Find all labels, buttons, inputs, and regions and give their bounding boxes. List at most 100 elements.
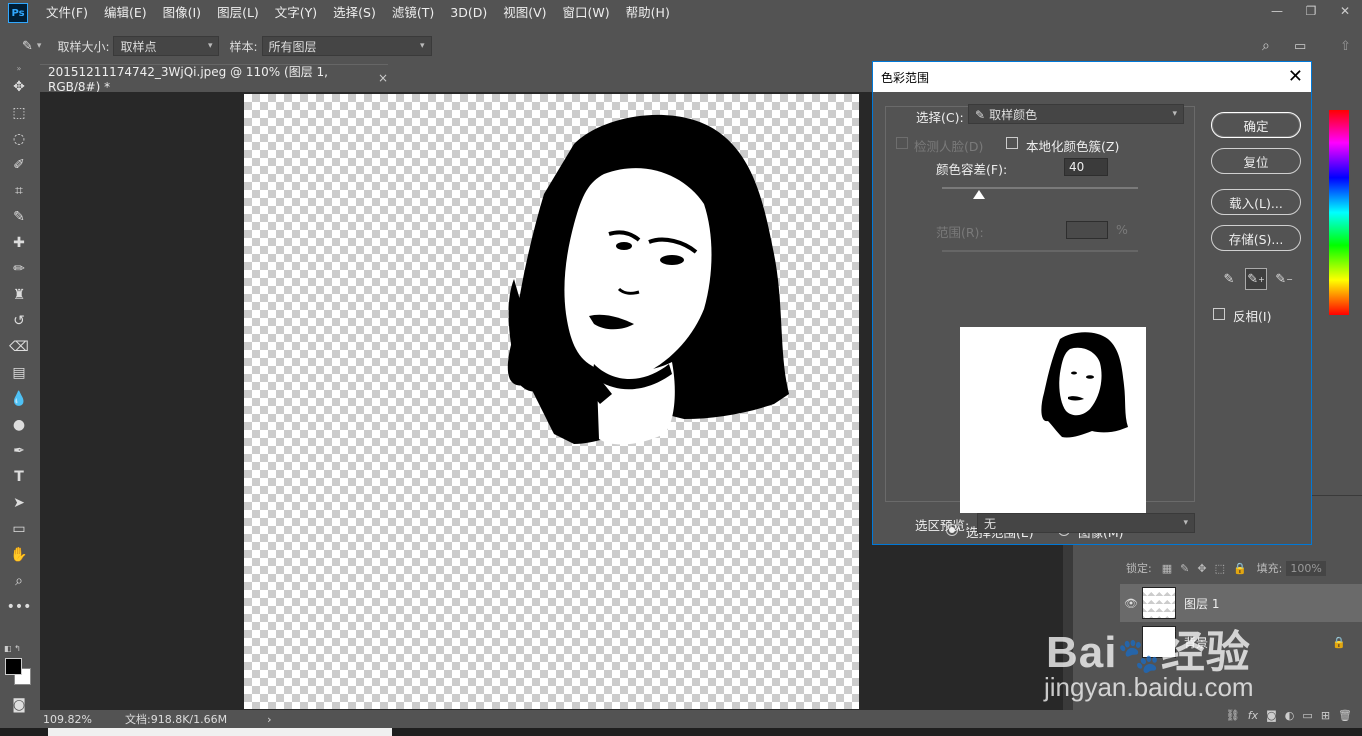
- selection-preview[interactable]: [960, 327, 1146, 513]
- dialog-title: 色彩范围: [881, 70, 930, 85]
- shape-tool-icon[interactable]: ▭: [0, 516, 38, 542]
- chevron-down-icon: ▾: [420, 41, 425, 51]
- photoshop-logo: Ps: [8, 3, 28, 23]
- more-tools-icon[interactable]: •••: [0, 594, 38, 620]
- invert-checkbox[interactable]: [1213, 308, 1225, 320]
- type-tool-icon[interactable]: T: [0, 464, 38, 490]
- menu-edit[interactable]: 编辑(E): [96, 0, 155, 26]
- eyedropper-minus-icon[interactable]: ✎ −: [1273, 268, 1295, 290]
- detect-faces-checkbox[interactable]: [896, 137, 908, 149]
- sample-select[interactable]: 所有图层 ▾: [261, 36, 432, 56]
- invert-label: 反相(I): [1233, 309, 1272, 324]
- path-select-tool-icon[interactable]: ➤: [0, 490, 38, 516]
- healing-brush-tool-icon[interactable]: ✚: [0, 230, 38, 256]
- menu-layer[interactable]: 图层(L): [209, 0, 267, 26]
- fuzziness-slider-track[interactable]: [942, 187, 1138, 189]
- localized-clusters-label: 本地化颜色簇(Z): [1026, 139, 1120, 154]
- collapse-chevron-icon[interactable]: »: [0, 62, 38, 74]
- document-tab[interactable]: 20151211174742_3WjQi.jpeg @ 110% (图层 1, …: [40, 64, 388, 94]
- range-input[interactable]: [1066, 221, 1108, 239]
- menu-bar: Ps 文件(F) 编辑(E) 图像(I) 图层(L) 文字(Y) 选择(S) 滤…: [0, 0, 1362, 26]
- minimize-button[interactable]: —: [1260, 0, 1294, 22]
- zoom-tool-icon[interactable]: ⌕: [0, 568, 38, 594]
- detect-faces-label: 检测人脸(D): [914, 139, 984, 154]
- zoom-level[interactable]: 109.82%: [43, 713, 125, 726]
- menu-help[interactable]: 帮助(H): [618, 0, 678, 26]
- close-tab-icon[interactable]: ×: [378, 71, 388, 85]
- stamp-tool-icon[interactable]: ♜: [0, 282, 38, 308]
- pen-tool-icon[interactable]: ✒: [0, 438, 38, 464]
- localized-clusters-checkbox[interactable]: [1006, 137, 1018, 149]
- lock-artboard-icon[interactable]: ⬚: [1215, 562, 1225, 575]
- quick-select-tool-icon[interactable]: ✐: [0, 152, 38, 178]
- lasso-tool-icon[interactable]: ◌: [0, 126, 38, 152]
- menu-view[interactable]: 视图(V): [495, 0, 554, 26]
- fill-label: 填充:: [1256, 562, 1283, 575]
- document-title: 20151211174742_3WjQi.jpeg @ 110% (图层 1, …: [48, 64, 328, 94]
- load-button[interactable]: 载入(L)...: [1211, 189, 1301, 215]
- select-value: 取样颜色: [989, 107, 1038, 122]
- sample-label: 样本:: [229, 39, 258, 54]
- fuzziness-slider-thumb[interactable]: [973, 190, 986, 199]
- close-window-button[interactable]: ✕: [1328, 0, 1362, 22]
- image-canvas[interactable]: [244, 94, 859, 709]
- range-slider-track: [942, 250, 1138, 252]
- preview-silhouette: [1041, 332, 1128, 438]
- delete-layer-icon[interactable]: 🗑: [1338, 709, 1352, 722]
- eyedropper-tool-icon[interactable]: ✎: [22, 39, 33, 54]
- eyedropper-plus-icon[interactable]: ✎ +: [1245, 268, 1267, 290]
- share-icon[interactable]: ⇧: [1340, 39, 1351, 54]
- quick-mask-icon[interactable]: ◙: [0, 692, 38, 718]
- color-spectrum-bar[interactable]: [1329, 110, 1349, 315]
- portrait-artwork: [507, 114, 789, 445]
- menu-image[interactable]: 图像(I): [155, 0, 209, 26]
- dodge-tool-icon[interactable]: ●: [0, 412, 38, 438]
- menu-window[interactable]: 窗口(W): [555, 0, 618, 26]
- menu-3d[interactable]: 3D(D): [442, 0, 495, 26]
- restore-button[interactable]: ❐: [1294, 0, 1328, 22]
- foreground-color-swatch[interactable]: [5, 658, 22, 675]
- lock-move-icon[interactable]: ✥: [1197, 562, 1206, 575]
- save-button[interactable]: 存储(S)...: [1211, 225, 1301, 251]
- ok-button[interactable]: 确定: [1211, 112, 1301, 138]
- dialog-titlebar[interactable]: 色彩范围 ✕: [873, 62, 1311, 92]
- history-brush-tool-icon[interactable]: ↺: [0, 308, 38, 334]
- crop-tool-icon[interactable]: ⌗: [0, 178, 38, 204]
- baidu-watermark: Bai🐾经验 jingyan.baidu.com: [1040, 612, 1340, 712]
- layer-lock-controls: 锁定: ▦ ✎ ✥ ⬚ 🔒 填充: 100%: [1120, 556, 1362, 580]
- chevron-down-icon: ▾: [1172, 109, 1177, 119]
- move-tool-icon[interactable]: ✥: [0, 74, 38, 100]
- hand-tool-icon[interactable]: ✋: [0, 542, 38, 568]
- lock-all-icon[interactable]: 🔒: [1233, 562, 1247, 575]
- eyedropper-tool-icon[interactable]: ✎: [0, 204, 38, 230]
- reset-button[interactable]: 复位: [1211, 148, 1301, 174]
- eraser-tool-icon[interactable]: ⌫: [0, 334, 38, 360]
- select-dropdown[interactable]: ✎ 取样颜色 ▾: [968, 104, 1184, 124]
- tool-preset-chevron-icon[interactable]: ▾: [37, 41, 42, 51]
- fuzziness-value: 40: [1069, 160, 1085, 174]
- visibility-eye-icon[interactable]: 👁: [1120, 597, 1142, 610]
- lock-transparent-icon[interactable]: ▦: [1162, 562, 1172, 575]
- menu-file[interactable]: 文件(F): [38, 0, 96, 26]
- blur-tool-icon[interactable]: 💧: [0, 386, 38, 412]
- marquee-tool-icon[interactable]: ⬚: [0, 100, 38, 126]
- watermark-brand: Bai: [1046, 628, 1118, 677]
- menu-select[interactable]: 选择(S): [325, 0, 384, 26]
- gradient-tool-icon[interactable]: ▤: [0, 360, 38, 386]
- sample-size-value: 取样点: [120, 39, 157, 54]
- eyedropper-icon[interactable]: ✎: [1218, 268, 1240, 290]
- lock-brush-icon[interactable]: ✎: [1180, 562, 1189, 575]
- menu-filter[interactable]: 滤镜(T): [384, 0, 442, 26]
- menu-type[interactable]: 文字(Y): [267, 0, 325, 26]
- status-arrow-icon[interactable]: ›: [267, 713, 271, 726]
- search-icon[interactable]: ⌕: [1262, 38, 1270, 54]
- default-colors-icon[interactable]: ◧ ↰: [4, 644, 21, 653]
- selection-preview-select[interactable]: 无 ▾: [977, 513, 1195, 533]
- fuzziness-input[interactable]: 40: [1064, 158, 1108, 176]
- select-label: 选择(C):: [916, 110, 964, 125]
- close-icon[interactable]: ✕: [1288, 66, 1303, 87]
- workspace-icon[interactable]: ▭: [1294, 39, 1306, 54]
- brush-tool-icon[interactable]: ✏: [0, 256, 38, 282]
- sample-size-select[interactable]: 取样点 ▾: [113, 36, 220, 56]
- fill-value[interactable]: 100%: [1286, 560, 1326, 576]
